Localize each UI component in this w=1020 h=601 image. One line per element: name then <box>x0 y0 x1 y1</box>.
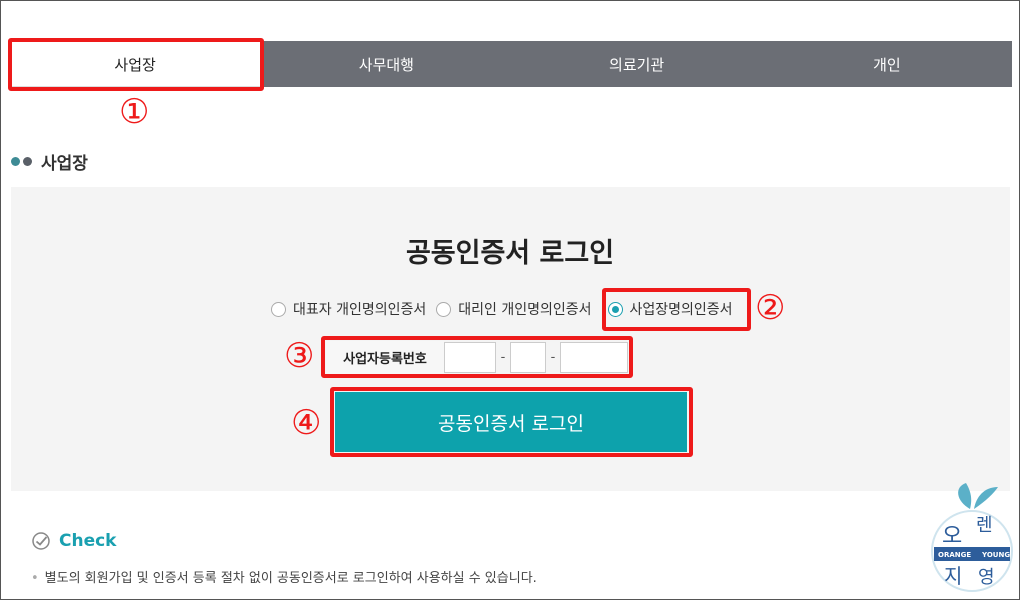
tab-label: 개인 <box>873 55 901 74</box>
radio-representative-cert[interactable]: 대표자 개인명의인증서 <box>271 299 426 319</box>
bullet-dots-icon <box>11 157 32 166</box>
tab-label: 의료기관 <box>609 55 665 74</box>
tab-bar: 사업장 사무대행 의료기관 개인 <box>9 41 1012 87</box>
logo-text: 지 <box>944 564 962 588</box>
radio-circle[interactable] <box>436 301 452 317</box>
logo-text: ORANGE <box>938 551 971 559</box>
login-title: 공동인증서 로그인 <box>405 238 615 269</box>
business-number-label: 사업자등록번호 <box>326 341 444 374</box>
marker-2: ② <box>755 288 786 328</box>
marker-3: ③ <box>284 336 315 376</box>
radio-circle-checked[interactable] <box>607 301 623 317</box>
cert-type-radio-group: 대표자 개인명의인증서 대리인 개인명의인증서 사업장명의인증서 <box>271 299 743 319</box>
section-heading: 사업장 <box>11 149 88 174</box>
logo-text: 렌 <box>976 515 993 536</box>
tab-agency[interactable]: 사무대행 <box>261 41 511 87</box>
tab-medical[interactable]: 의료기관 <box>512 41 762 87</box>
tab-label: 사업장 <box>114 55 156 74</box>
logo-text: 오 <box>942 524 962 549</box>
radio-label: 대리인 개인명의인증서 <box>458 302 592 318</box>
orange-young-logo: ORANGE YOUNG 오 렌 지 영 <box>926 479 1018 597</box>
tab-business[interactable]: 사업장 <box>9 41 262 87</box>
logo-text: 영 <box>978 567 995 588</box>
radio-label: 사업장명의인증서 <box>629 302 733 318</box>
check-heading: Check <box>31 531 117 551</box>
radio-agent-cert[interactable]: 대리인 개인명의인증서 <box>436 299 592 319</box>
tab-label: 사무대행 <box>358 55 414 74</box>
radio-business-cert[interactable]: 사업장명의인증서 <box>607 299 733 319</box>
separator: - <box>500 350 506 365</box>
business-number-row: 사업자등록번호 - - <box>326 341 628 374</box>
check-title: Check <box>59 531 117 551</box>
logo-text: YOUNG <box>981 551 1010 559</box>
business-number-input-2[interactable] <box>510 342 546 373</box>
check-note: 별도의 회원가입 및 인증서 등록 절차 없이 공동인증서로 로그인하여 사용하… <box>31 567 537 586</box>
check-circle-icon <box>32 532 50 550</box>
tab-personal[interactable]: 개인 <box>762 41 1012 87</box>
radio-circle[interactable] <box>271 301 286 317</box>
separator: - <box>550 350 556 365</box>
marker-1: ① <box>119 92 150 132</box>
section-title: 사업장 <box>41 154 88 174</box>
radio-label: 대표자 개인명의인증서 <box>293 302 427 318</box>
cert-login-button[interactable]: 공동인증서 로그인 <box>335 392 687 452</box>
business-number-input-1[interactable] <box>444 342 496 373</box>
business-number-input-3[interactable] <box>560 342 628 373</box>
marker-4: ④ <box>291 403 322 443</box>
